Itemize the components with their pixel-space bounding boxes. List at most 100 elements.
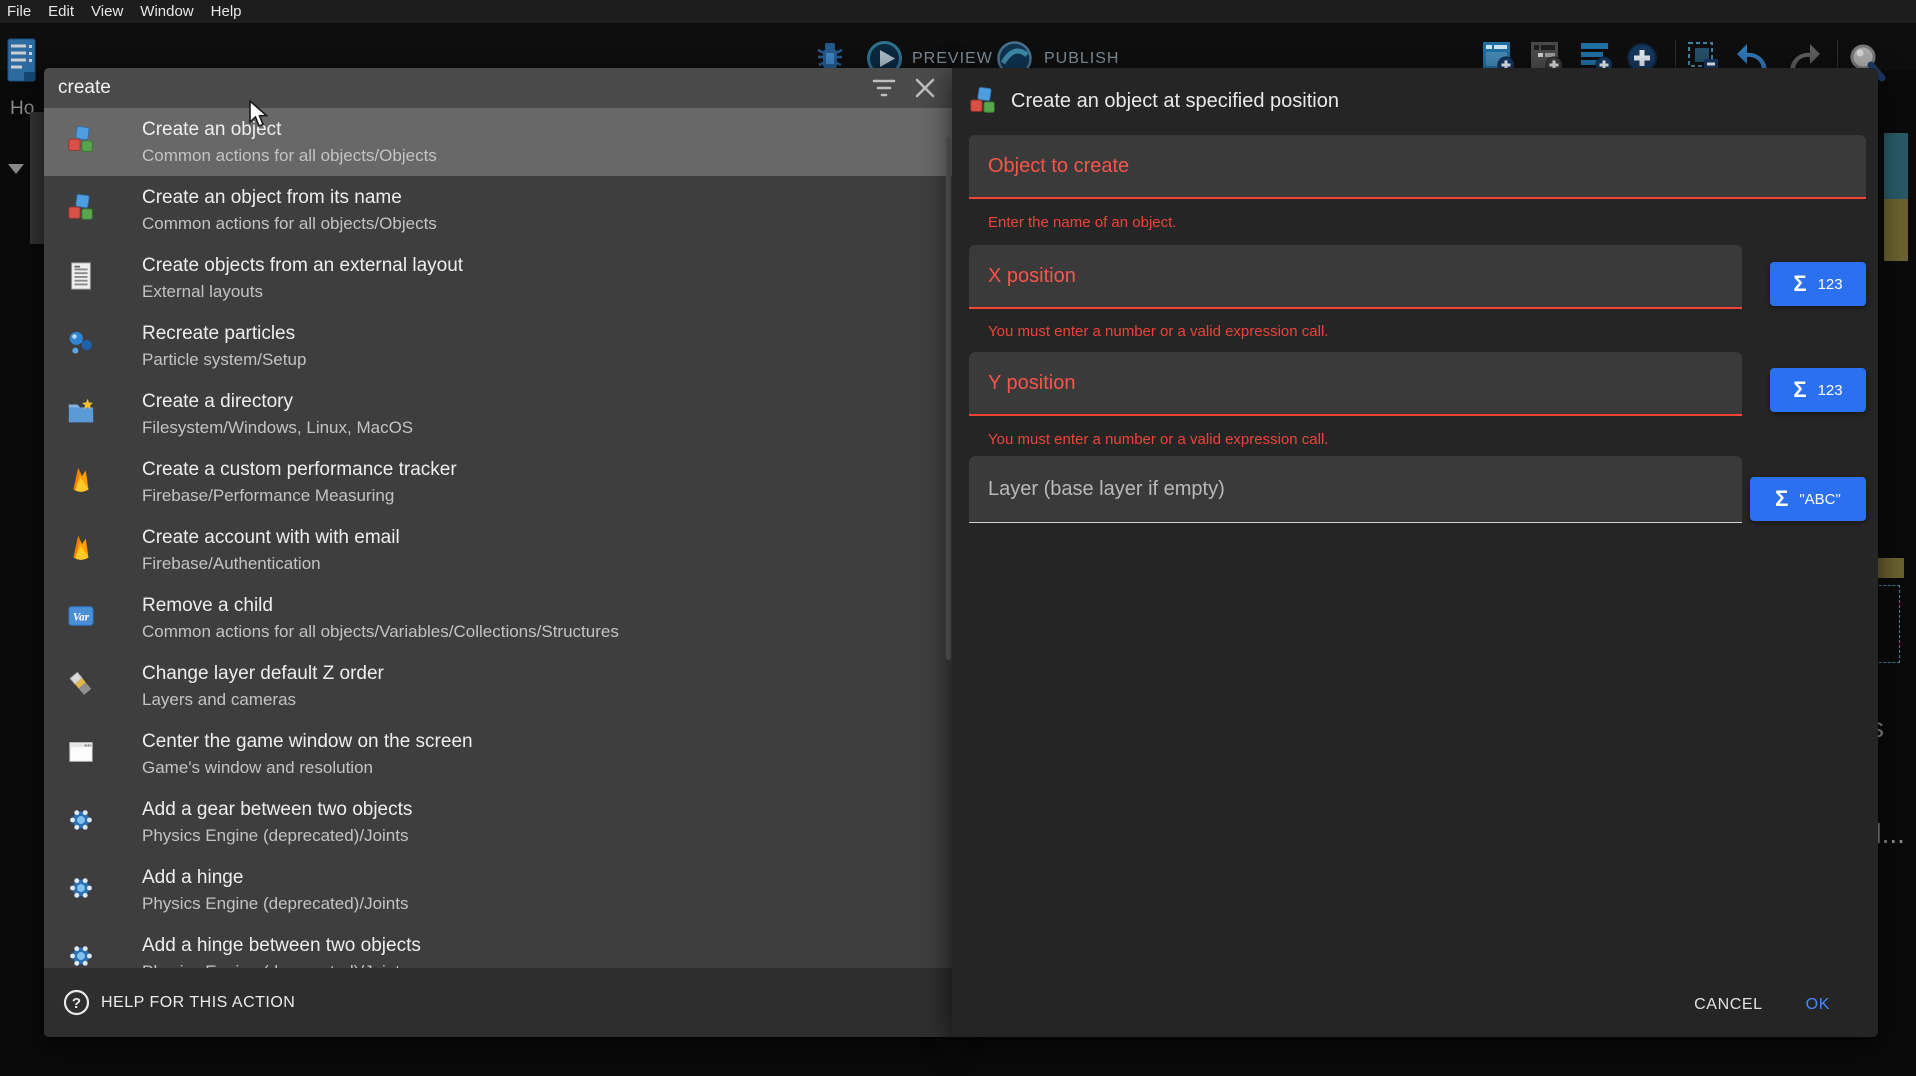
ok-button[interactable]: OK [1806, 996, 1830, 1014]
action-title: Create an object [142, 116, 437, 143]
action-list-item[interactable]: Change layer default Z orderLayers and c… [44, 652, 952, 720]
expression-type-label: 123 [1818, 276, 1843, 293]
page-title: Create an object at specified position [1011, 90, 1339, 113]
action-title: Create objects from an external layout [142, 252, 463, 279]
action-path: Physics Engine (deprecated)/Joints [142, 959, 421, 968]
firebase-flame-icon [66, 465, 96, 495]
y-expression-button[interactable]: Σ 123 [1770, 368, 1866, 412]
svg-text:?: ? [72, 995, 81, 1012]
menu-edit[interactable]: Edit [48, 3, 74, 20]
close-icon[interactable] [914, 77, 936, 99]
physics-gear-icon [66, 941, 96, 968]
action-title: Add a hinge between two objects [142, 932, 421, 959]
filter-icon[interactable] [870, 77, 898, 99]
action-list-item[interactable]: Add a hingePhysics Engine (deprecated)/J… [44, 856, 952, 924]
field-label: Layer (base layer if empty) [988, 478, 1225, 501]
action-title: Add a hinge [142, 864, 408, 891]
action-path: External layouts [142, 279, 463, 304]
action-list-item[interactable]: Create objects from an external layoutEx… [44, 244, 952, 312]
action-path: Physics Engine (deprecated)/Joints [142, 823, 412, 848]
physics-gear-icon [66, 805, 96, 835]
action-title: Create account with with email [142, 524, 400, 551]
menu-bar: File Edit View Window Help [0, 0, 1916, 23]
action-path: Common actions for all objects/Variables… [142, 619, 619, 644]
chevron-down-icon[interactable] [8, 164, 24, 174]
expression-type-label: "ABC" [1799, 491, 1841, 508]
action-title: Change layer default Z order [142, 660, 384, 687]
action-path: Common actions for all objects/Objects [142, 211, 437, 236]
layer-expression-button[interactable]: Σ "ABC" [1750, 477, 1866, 521]
particles-icon [66, 329, 96, 359]
menu-help[interactable]: Help [211, 3, 242, 20]
menu-view[interactable]: View [91, 3, 123, 20]
action-path: Game's window and resolution [142, 755, 473, 780]
publish-label[interactable]: PUBLISH [1044, 50, 1119, 68]
help-label: HELP FOR THIS ACTION [101, 994, 295, 1012]
action-title: Create a custom performance tracker [142, 456, 457, 483]
preview-label[interactable]: PREVIEW [912, 50, 993, 68]
action-title: Add a gear between two objects [142, 796, 412, 823]
variable-badge-icon [66, 601, 96, 631]
field-label: Object to create [988, 155, 1129, 178]
physics-gear-icon [66, 873, 96, 903]
action-title: Center the game window on the screen [142, 728, 473, 755]
sigma-icon: Σ [1793, 273, 1806, 295]
action-path: Particle system/Setup [142, 347, 306, 372]
action-list: Create an objectCommon actions for all o… [44, 108, 952, 968]
action-list-item[interactable]: Recreate particlesParticle system/Setup [44, 312, 952, 380]
action-path: Firebase/Performance Measuring [142, 483, 457, 508]
list-scrollbar[interactable] [946, 137, 951, 660]
background-teal-block [1884, 133, 1908, 199]
x-position-field[interactable]: X position [969, 245, 1742, 309]
action-list-item[interactable]: Create a custom performance trackerFireb… [44, 448, 952, 516]
objects-cubes-icon [66, 193, 96, 223]
action-search-panel: create Create an objectCommon actions fo… [44, 68, 952, 1037]
action-list-item[interactable]: Create an objectCommon actions for all o… [44, 108, 952, 176]
layer-field[interactable]: Layer (base layer if empty) [969, 456, 1742, 523]
action-title: Recreate particles [142, 320, 306, 347]
action-list-item[interactable]: Center the game window on the screenGame… [44, 720, 952, 788]
game-window-icon [66, 737, 96, 767]
search-input[interactable]: create [58, 77, 111, 99]
action-path: Physics Engine (deprecated)/Joints [142, 891, 408, 916]
gdevelop-window: File Edit View Window Help PREVIEW PUBLI… [0, 0, 1916, 1076]
expression-type-label: 123 [1818, 382, 1843, 399]
action-list-item[interactable]: Remove a childCommon actions for all obj… [44, 584, 952, 652]
action-list-item[interactable]: Create a directoryFilesystem/Windows, Li… [44, 380, 952, 448]
search-bar: create [44, 68, 952, 108]
action-title: Remove a child [142, 592, 619, 619]
action-list-item[interactable]: Create an object from its nameCommon act… [44, 176, 952, 244]
action-list-item[interactable]: Create account with with emailFirebase/A… [44, 516, 952, 584]
firebase-flame-icon [66, 533, 96, 563]
x-error-text: You must enter a number or a valid expre… [988, 323, 1328, 340]
x-expression-button[interactable]: Σ 123 [1770, 262, 1866, 306]
background-olive-block [1874, 558, 1904, 578]
action-title: Create an object from its name [142, 184, 437, 211]
external-layout-icon [66, 261, 96, 291]
project-manager-icon[interactable] [7, 36, 37, 84]
sigma-icon: Σ [1775, 488, 1788, 510]
mouse-cursor [248, 100, 270, 130]
y-error-text: You must enter a number or a valid expre… [988, 431, 1328, 448]
cancel-button[interactable]: CANCEL [1694, 996, 1763, 1014]
action-list-item[interactable]: Add a gear between two objectsPhysics En… [44, 788, 952, 856]
action-path: Layers and cameras [142, 687, 384, 712]
action-path: Firebase/Authentication [142, 551, 400, 576]
object-to-create-field[interactable]: Object to create [969, 135, 1866, 199]
menu-file[interactable]: File [7, 3, 31, 20]
folder-star-icon [66, 397, 96, 427]
action-path: Filesystem/Windows, Linux, MacOS [142, 415, 413, 440]
y-position-field[interactable]: Y position [969, 352, 1742, 416]
layer-eraser-icon [66, 669, 96, 699]
field-label: Y position [988, 372, 1075, 395]
help-for-action-button[interactable]: ? HELP FOR THIS ACTION [44, 968, 952, 1037]
action-title: Create a directory [142, 388, 413, 415]
action-path: Common actions for all objects/Objects [142, 143, 437, 168]
action-list-item[interactable]: Add a hinge between two objectsPhysics E… [44, 924, 952, 968]
objects-cubes-icon [968, 86, 998, 116]
object-helper-text: Enter the name of an object. [988, 214, 1176, 231]
sigma-icon: Σ [1793, 379, 1806, 401]
help-circle-icon: ? [63, 989, 90, 1016]
menu-window[interactable]: Window [140, 3, 193, 20]
action-config-panel: Create an object at specified position O… [952, 68, 1878, 1037]
